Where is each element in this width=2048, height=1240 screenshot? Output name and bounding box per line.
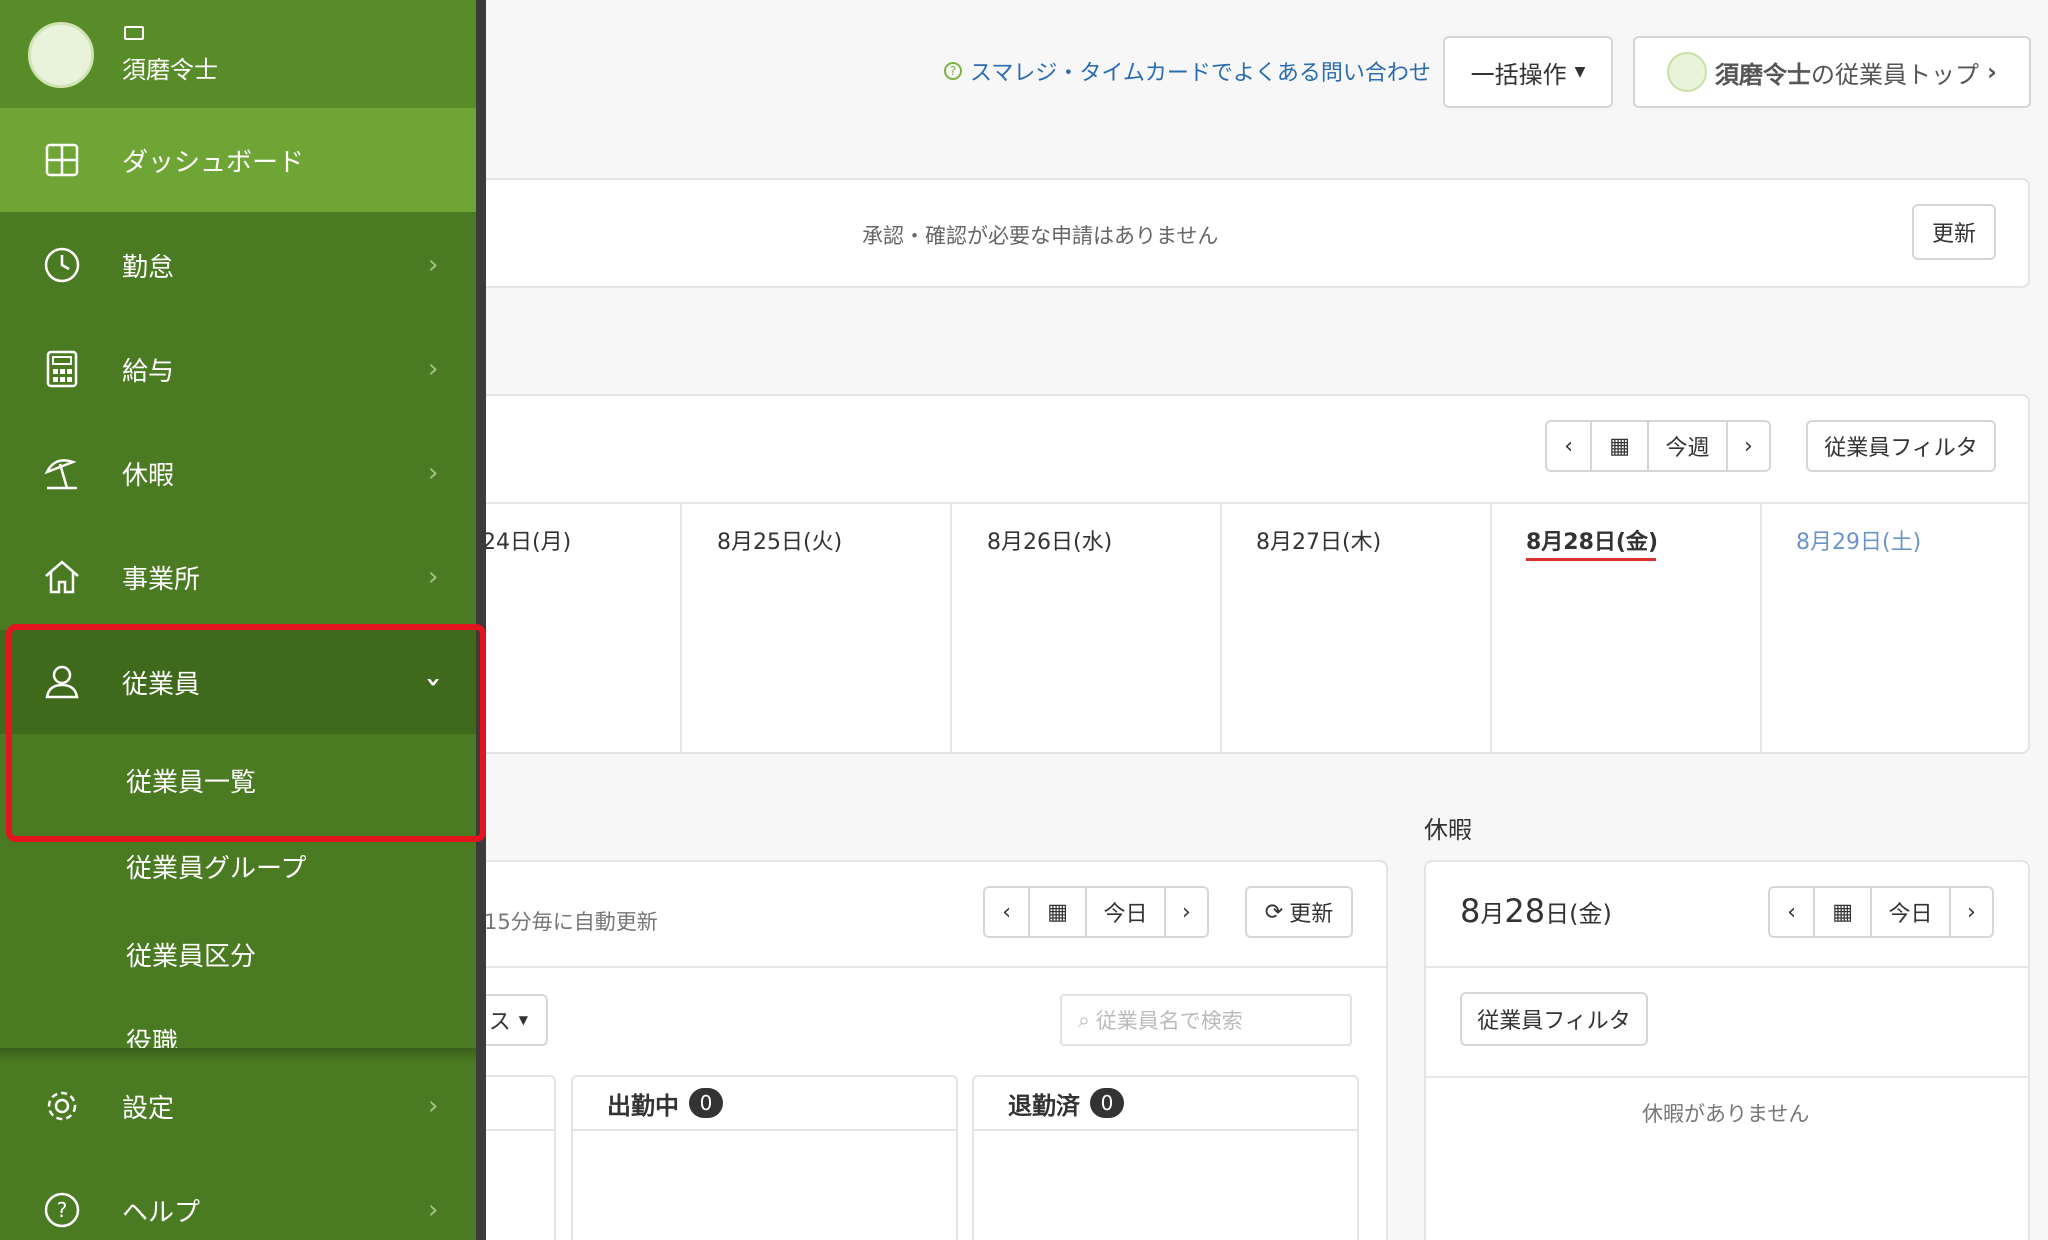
this-week-button[interactable]: 今週 <box>1647 422 1726 470</box>
sidebar-item-help[interactable]: ? ヘルプ › <box>0 1158 476 1240</box>
sidebar-item-label: ダッシュボード <box>122 147 305 178</box>
chevron-right-icon: › <box>428 1091 439 1121</box>
sidebar-item-label: 給与 <box>122 356 175 387</box>
next-week-button[interactable]: › <box>1725 422 1769 470</box>
sidebar-user-name[interactable]: 須磨令士 <box>122 50 218 85</box>
weekly-schedule-card <box>440 394 2030 754</box>
help-icon: ? <box>42 1190 82 1230</box>
day-column <box>1220 502 1222 752</box>
calculator-icon <box>42 349 82 389</box>
sidebar-subitem-employee-groups[interactable]: 従業員グループ <box>126 848 306 885</box>
day-column <box>680 502 682 752</box>
leave-empty-text: 休暇がありません <box>1642 1102 1810 1126</box>
working-count-badge: 0 <box>689 1088 723 1118</box>
chevron-right-icon: › <box>428 458 439 488</box>
id-card-icon <box>124 26 144 40</box>
employee-top-button[interactable]: 須磨令士 の従業員トップ › <box>1633 36 2031 108</box>
calendar-icon[interactable]: ▦ <box>1813 888 1870 936</box>
help-link-label: スマレジ・タイムカードでよくある問い合わせ <box>970 61 1431 86</box>
day-column <box>950 502 952 752</box>
sidebar-item-label: ヘルプ <box>122 1197 201 1228</box>
status-column-working: 出勤中 0 <box>571 1075 958 1240</box>
employee-top-name: 須磨令士 <box>1715 60 1812 89</box>
calendar-icon[interactable]: ▦ <box>1590 422 1647 470</box>
today-button[interactable]: 今日 <box>1870 888 1949 936</box>
sidebar-scrollbar[interactable] <box>476 0 486 1240</box>
day-label: 8月26日(水) <box>987 530 1113 555</box>
day-navigator: ‹ ▦ 今日 › <box>983 886 1209 938</box>
status-column-left: 退勤済 0 <box>972 1075 1359 1240</box>
sidebar-item-payroll[interactable]: 給与 › <box>0 317 476 421</box>
sidebar-item-label: 勤怠 <box>122 252 175 283</box>
today-button[interactable]: 今日 <box>1085 888 1164 936</box>
sidebar-header: 須磨令士 <box>0 0 476 108</box>
employee-search-input[interactable]: ⌕ 従業員名で検索 <box>1060 994 1352 1046</box>
caret-down-icon: ▼ <box>518 1013 528 1027</box>
today-underline <box>1526 558 1656 561</box>
auto-update-text: 15分毎に自動更新 <box>484 910 658 934</box>
chevron-right-icon: › <box>428 1195 439 1225</box>
help-link[interactable]: ? スマレジ・タイムカードでよくある問い合わせ <box>944 56 1431 86</box>
approval-message: 承認・確認が必要な申請はありません <box>862 224 1219 248</box>
left-work-count-badge: 0 <box>1090 1088 1124 1118</box>
leave-employee-filter-button[interactable]: 従業員フィルタ <box>1460 992 1648 1046</box>
clock-icon <box>42 245 82 285</box>
beach-umbrella-icon <box>42 453 82 493</box>
sidebar-subitem-employee-categories[interactable]: 従業員区分 <box>126 936 256 973</box>
status-refresh-button[interactable]: ⟳ 更新 <box>1245 886 1353 938</box>
gear-icon <box>42 1086 82 1126</box>
week-employee-filter-button[interactable]: 従業員フィルタ <box>1806 420 1996 472</box>
home-icon <box>42 557 82 597</box>
day-label-saturday: 8月29日(土) <box>1796 530 1922 555</box>
left-work-label: 退勤済 <box>1008 1091 1080 1120</box>
sidebar-item-dashboard[interactable]: ダッシュボード <box>0 108 476 212</box>
day-label: 8月27日(木) <box>1256 530 1382 555</box>
day-label: 8月25日(火) <box>717 530 843 555</box>
day-label-today: 8月28日(金) <box>1526 530 1659 555</box>
approval-refresh-button[interactable]: 更新 <box>1912 204 1996 260</box>
sidebar-item-attendance[interactable]: 勤怠 › <box>0 213 476 317</box>
sidebar-item-label: 休暇 <box>122 460 175 491</box>
sidebar-item-settings[interactable]: 設定 › <box>0 1054 476 1158</box>
refresh-icon: ⟳ <box>1264 899 1284 925</box>
caret-down-icon: ▼ <box>1574 64 1586 80</box>
chevron-right-icon: › <box>428 250 439 280</box>
leave-date: 8月28日(金) <box>1460 892 1612 930</box>
dashboard-icon <box>42 140 82 180</box>
chevron-right-icon: › <box>428 354 439 384</box>
day-column <box>1760 502 1762 752</box>
leave-section-title: 休暇 <box>1424 816 1472 844</box>
search-icon: ⌕ <box>1078 1007 1090 1032</box>
prev-day-button[interactable]: ‹ <box>985 888 1028 936</box>
next-day-button[interactable]: › <box>1948 888 1992 936</box>
working-label: 出勤中 <box>607 1091 679 1120</box>
sidebar: 須磨令士 ダッシュボード 勤怠 › 給与 › 休暇 › 事業所 › 従業員 › … <box>0 0 485 1240</box>
employee-top-suffix: の従業員トップ <box>1811 60 1980 89</box>
bulk-action-button[interactable]: 一括操作 ▼ <box>1443 36 1613 108</box>
chevron-right-icon: › <box>428 562 439 592</box>
sidebar-item-label: 設定 <box>122 1093 175 1124</box>
avatar <box>1667 52 1708 92</box>
day-label: 24日(月) <box>482 530 572 555</box>
prev-day-button[interactable]: ‹ <box>1770 888 1813 936</box>
calendar-icon[interactable]: ▦ <box>1028 888 1085 936</box>
prev-week-button[interactable]: ‹ <box>1547 422 1590 470</box>
sidebar-item-label: 事業所 <box>122 564 201 595</box>
avatar[interactable] <box>28 22 94 88</box>
leave-day-navigator: ‹ ▦ 今日 › <box>1768 886 1994 938</box>
sidebar-item-leave[interactable]: 休暇 › <box>0 421 476 525</box>
day-column <box>1490 502 1492 752</box>
approval-card: 承認・確認が必要な申請はありません 更新 <box>440 178 2030 288</box>
next-day-button[interactable]: › <box>1163 888 1207 936</box>
svg-text:?: ? <box>57 1198 68 1222</box>
sidebar-item-office[interactable]: 事業所 › <box>0 525 476 629</box>
highlight-box <box>6 624 486 842</box>
question-icon: ? <box>944 62 962 80</box>
week-navigator: ‹ ▦ 今週 › <box>1545 420 1771 472</box>
chevron-right-icon: › <box>1987 58 1997 86</box>
